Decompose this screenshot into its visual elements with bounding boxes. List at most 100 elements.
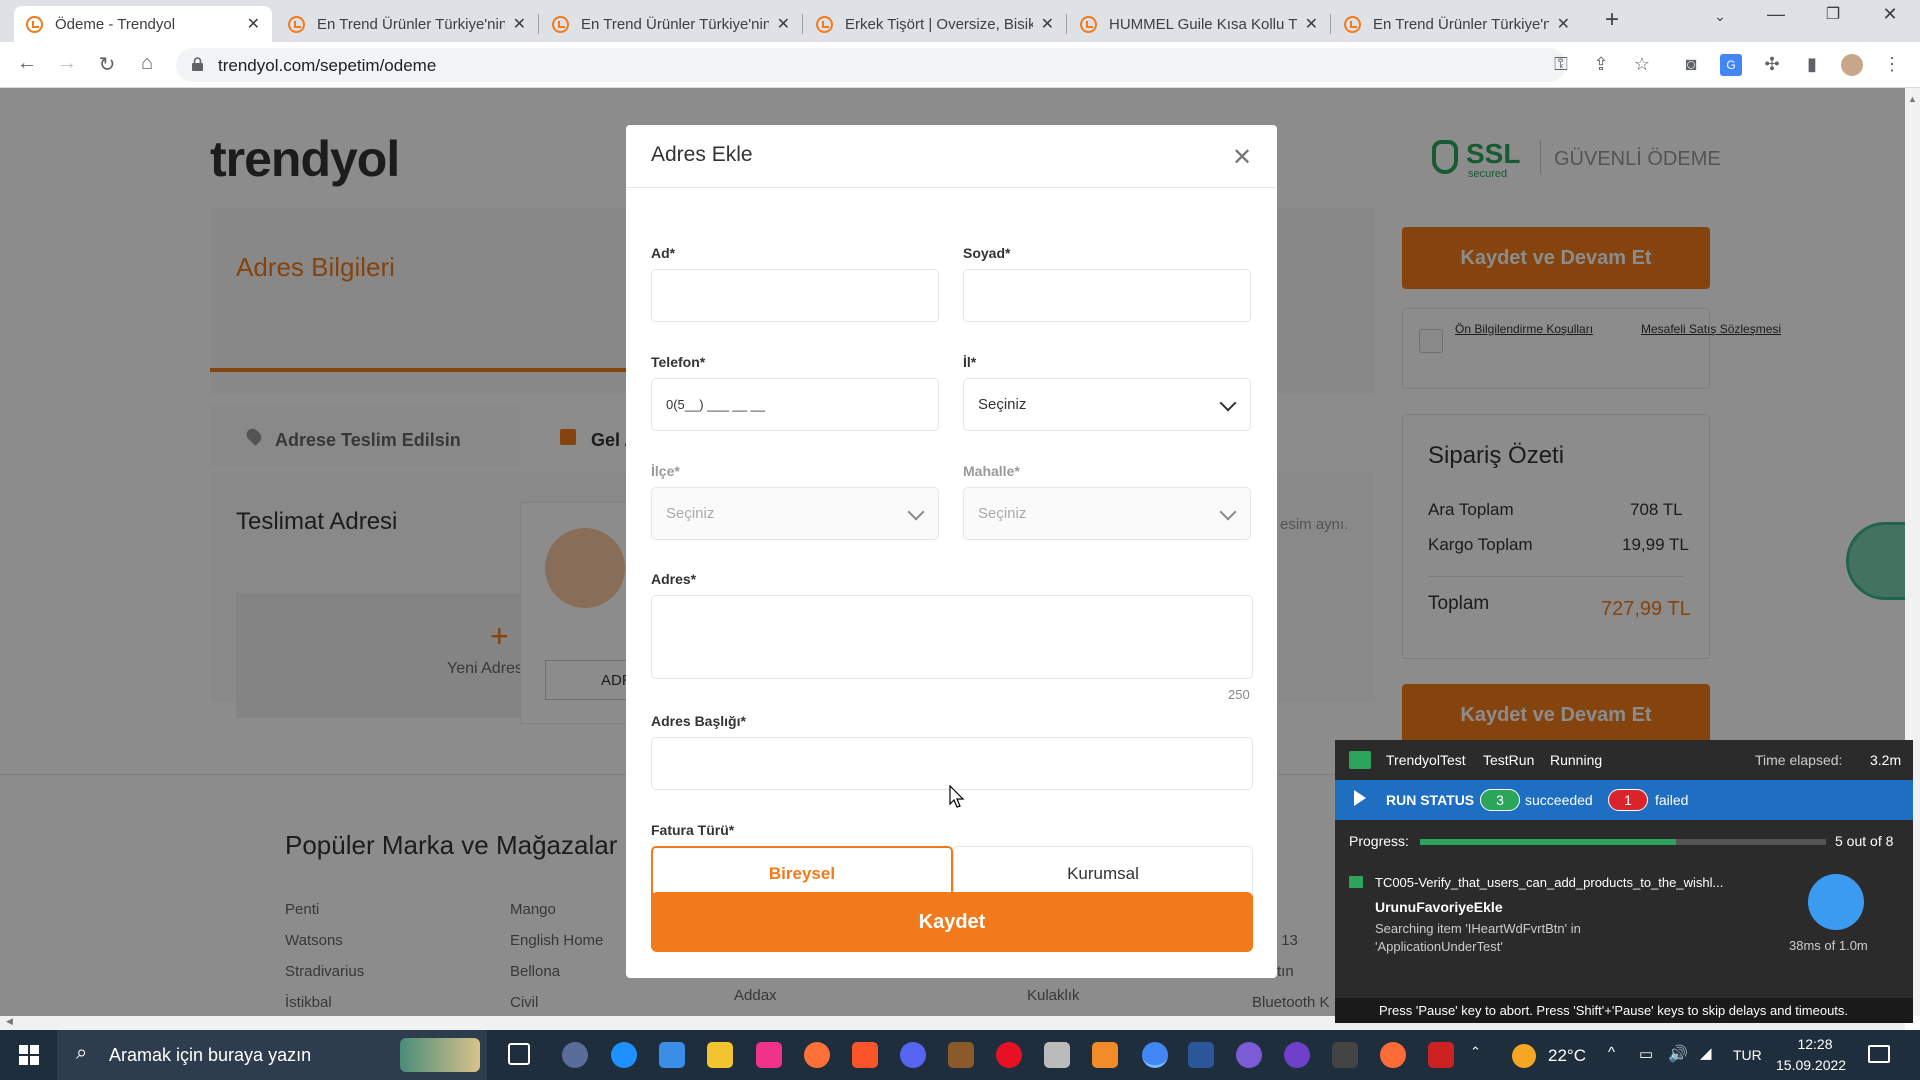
postman-icon[interactable] — [1380, 1042, 1406, 1068]
home-icon[interactable]: ⌂ — [133, 52, 161, 75]
app-icon[interactable] — [1044, 1042, 1070, 1068]
test-case-icon — [1349, 876, 1363, 888]
side-panel-icon[interactable]: ▮ — [1801, 54, 1823, 76]
show-hidden-icons-icon[interactable]: ^ — [1608, 1044, 1615, 1061]
language-indicator[interactable]: TUR — [1733, 1047, 1762, 1063]
clock-time[interactable]: 12:28 — [1780, 1036, 1850, 1052]
action-line-2: 'ApplicationUnderTest' — [1375, 939, 1503, 954]
phone-input[interactable]: 0(5__) ___ __ __ — [651, 378, 939, 431]
tab-separator — [802, 14, 803, 34]
chevron-up-icon[interactable]: ⌃ — [1470, 1044, 1481, 1060]
succeeded-count-badge: 3 — [1480, 789, 1520, 811]
close-icon[interactable]: ✕ — [1041, 14, 1054, 34]
tab-odeme-trendyol[interactable]: Ödeme - Trendyol ✕ — [14, 6, 272, 42]
close-icon[interactable]: ✕ — [1557, 14, 1570, 34]
browser-toolbar: ← → ↻ ⌂ trendyol.com/sepetim/odeme ⚿ ⇪ ☆… — [0, 42, 1920, 88]
intellij-icon[interactable] — [756, 1042, 782, 1068]
task-view-icon[interactable] — [508, 1043, 530, 1065]
app-icon[interactable] — [1236, 1042, 1262, 1068]
chevron-down-icon — [1219, 394, 1237, 412]
notification-center-icon[interactable] — [1868, 1045, 1890, 1063]
tab-label: En Trend Ürünler Türkiye'nin — [317, 15, 505, 33]
first-name-input[interactable] — [651, 269, 939, 322]
address-title-label: Adres Başlığı* — [651, 713, 746, 729]
mouse-cursor-icon — [949, 785, 965, 808]
key-icon[interactable]: ⚿ — [1550, 54, 1572, 76]
lock-icon — [192, 57, 203, 71]
address-title-input[interactable] — [651, 737, 1253, 790]
tab-erkek-tisort[interactable]: Erkek Tişört | Oversize, Bisik ✕ — [804, 6, 1066, 42]
temperature: 22°C — [1548, 1046, 1586, 1065]
record-icon[interactable] — [996, 1042, 1022, 1068]
firefox-icon[interactable] — [804, 1042, 830, 1068]
game-icon[interactable] — [948, 1042, 974, 1068]
trendyol-favicon-icon — [1080, 15, 1097, 33]
maximize-button[interactable]: ❐ — [1810, 4, 1856, 24]
network-icon[interactable]: ▭ — [1639, 1045, 1653, 1063]
tab-trend-urunler-2[interactable]: En Trend Ürünler Türkiye'nin ✕ — [540, 6, 802, 42]
add-address-modal: Adres Ekle ✕ Ad* Soyad* Telefon* 0(5__) … — [626, 125, 1277, 978]
save-button[interactable]: Kaydet — [651, 892, 1253, 952]
close-icon[interactable]: ✕ — [247, 14, 260, 34]
menu-kebab-icon[interactable]: ⋮ — [1881, 54, 1903, 76]
failed-label: failed — [1655, 792, 1689, 808]
profile-avatar[interactable] — [1841, 54, 1863, 76]
windows-start-icon[interactable] — [19, 1045, 39, 1065]
forward-arrow-icon[interactable]: → — [53, 52, 81, 75]
edge-icon[interactable] — [611, 1042, 637, 1068]
run-status-label: RUN STATUS — [1386, 792, 1475, 808]
tab-separator — [538, 14, 539, 34]
mail-icon[interactable] — [659, 1042, 685, 1068]
minimize-button[interactable]: — — [1753, 4, 1799, 25]
reload-icon[interactable]: ↻ — [93, 52, 121, 77]
camera-icon[interactable]: ◙ — [1680, 54, 1702, 76]
close-icon[interactable]: ✕ — [1232, 143, 1252, 172]
brave-icon[interactable] — [852, 1042, 878, 1068]
new-tab-button[interactable]: + — [1589, 6, 1635, 34]
share-icon[interactable]: ⇪ — [1590, 54, 1612, 76]
tab-separator — [1066, 14, 1067, 34]
github-icon[interactable] — [1284, 1042, 1310, 1068]
discord-icon[interactable] — [900, 1042, 926, 1068]
tab-search-chevron-icon[interactable]: ⌄ — [1697, 8, 1743, 25]
extensions-puzzle-icon[interactable]: ✣ — [1761, 54, 1783, 76]
district-select[interactable]: Seçiniz — [651, 487, 939, 540]
tab-hummel[interactable]: HUMMEL Guile Kısa Kollu T ✕ — [1068, 6, 1330, 42]
play-icon[interactable] — [1354, 790, 1366, 806]
trendyol-favicon-icon — [288, 15, 305, 33]
failed-count-badge: 1 — [1608, 789, 1648, 811]
eclipse-icon[interactable] — [562, 1042, 588, 1068]
window-close-button[interactable]: ✕ — [1867, 4, 1913, 25]
browser-tab-bar: Ödeme - Trendyol ✕ En Trend Ürünler Türk… — [0, 0, 1920, 42]
sublime-icon[interactable] — [1092, 1042, 1118, 1068]
close-icon[interactable]: ✕ — [777, 14, 790, 34]
close-icon[interactable]: ✕ — [1305, 14, 1318, 34]
translate-icon[interactable]: G — [1720, 54, 1742, 76]
clock-date[interactable]: 15.09.2022 — [1776, 1057, 1846, 1073]
tab-trend-urunler-3[interactable]: En Trend Ürünler Türkiye'nin ✕ — [1332, 6, 1582, 42]
elapsed-label: Time elapsed: — [1755, 752, 1843, 768]
divider — [626, 187, 1277, 188]
neighborhood-select[interactable]: Seçiniz — [963, 487, 1251, 540]
url-bar[interactable]: trendyol.com/sepetim/odeme — [176, 48, 1566, 82]
word-icon[interactable] — [1188, 1042, 1214, 1068]
last-name-label: Soyad* — [963, 245, 1011, 261]
weather-sun-icon[interactable] — [1512, 1044, 1536, 1068]
wifi-icon[interactable]: ◢ — [1700, 1044, 1712, 1062]
runner-footer-hint: Press 'Pause' key to abort. Press 'Shift… — [1379, 1003, 1849, 1018]
last-name-input[interactable] — [963, 269, 1251, 322]
app-icon[interactable] — [1332, 1042, 1358, 1068]
star-icon[interactable]: ☆ — [1631, 54, 1653, 76]
ranorex-logo-icon — [1349, 751, 1371, 769]
tab-trend-urunler-1[interactable]: En Trend Ürünler Türkiye'nin ✕ — [276, 6, 538, 42]
ranorex-icon[interactable] — [1428, 1042, 1454, 1068]
file-explorer-icon[interactable] — [707, 1042, 733, 1068]
volume-icon[interactable]: 🔊 — [1668, 1044, 1688, 1064]
address-label: Adres* — [651, 571, 697, 587]
city-select[interactable]: Seçiniz — [963, 378, 1251, 431]
close-icon[interactable]: ✕ — [513, 14, 526, 34]
address-textarea[interactable] — [651, 595, 1253, 679]
search-icon: ⌕ — [76, 1042, 88, 1064]
back-arrow-icon[interactable]: ← — [13, 52, 41, 75]
chrome-icon[interactable] — [1142, 1042, 1168, 1068]
